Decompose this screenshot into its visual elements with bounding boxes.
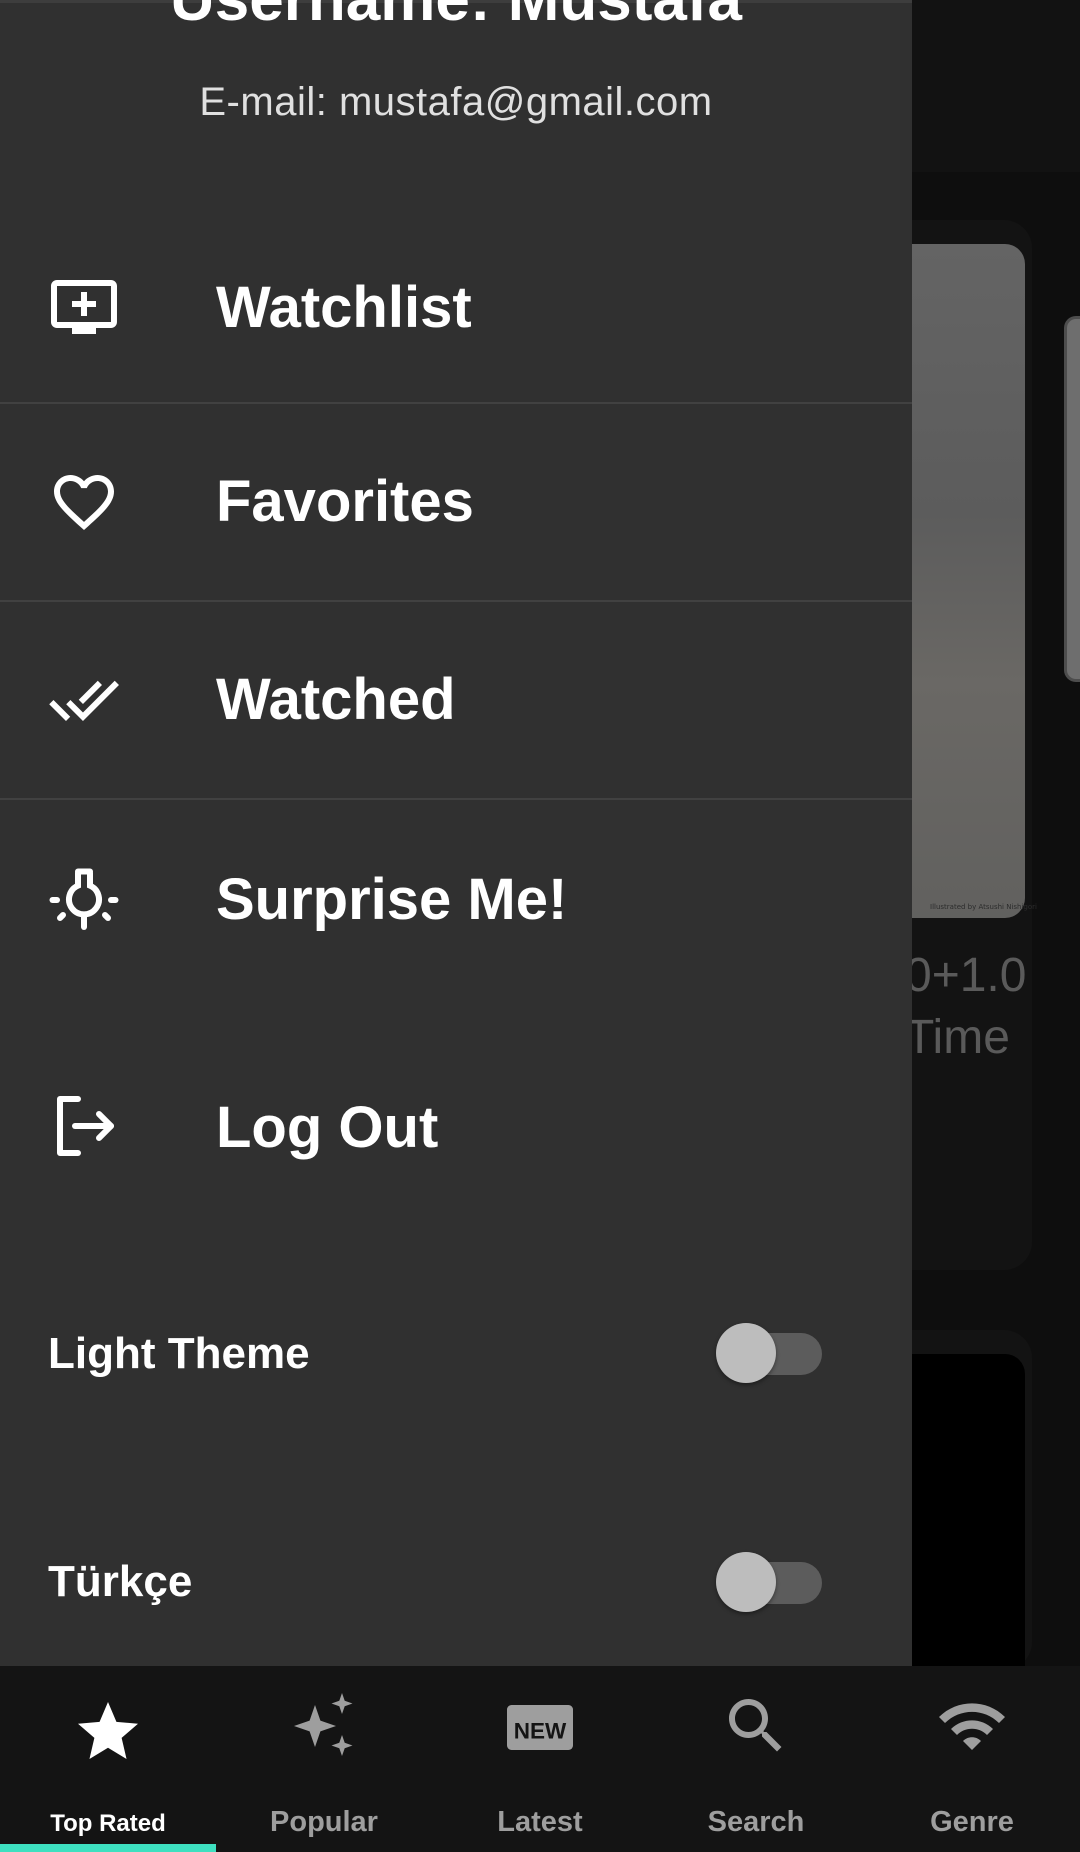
nav-tab-label: Genre (930, 1806, 1014, 1838)
sparkle-icon (294, 1693, 353, 1756)
menu-item-watchlist[interactable]: Watchlist (0, 208, 912, 404)
switch-thumb (716, 1552, 776, 1612)
menu-item-label: Watched (216, 667, 456, 732)
new-badge-icon: NEW (507, 1705, 573, 1750)
nav-tab-label: Search (707, 1806, 805, 1838)
email-label: E-mail: mustafa@gmail.com (199, 80, 713, 124)
menu-item-favorites[interactable]: Favorites (0, 404, 912, 600)
nav-tab-label: Latest (497, 1806, 583, 1838)
nav-tab-latest[interactable]: NEW Latest (432, 1666, 648, 1852)
nav-tab-popular[interactable]: Popular (216, 1666, 432, 1852)
active-tab-indicator (0, 1844, 216, 1852)
turkish-language-label: Türkçe (48, 1557, 193, 1606)
nav-tab-top-rated[interactable]: Top Rated (0, 1666, 216, 1852)
nav-tab-label: Popular (270, 1806, 378, 1838)
menu-item-label: Log Out (216, 1095, 439, 1160)
light-theme-switch[interactable] (716, 1323, 826, 1383)
menu-item-surprise-me[interactable]: Surprise Me! (0, 800, 912, 996)
switch-thumb (716, 1323, 776, 1383)
star-icon (78, 1702, 138, 1759)
turkish-language-setting: Türkçe (0, 1527, 912, 1637)
double-check-icon (49, 680, 119, 721)
navigation-drawer: Username: Mustafa E-mail: mustafa@gmail.… (0, 0, 912, 1666)
lightbulb-icon (49, 868, 119, 930)
menu-item-log-out[interactable]: Log Out (0, 1028, 912, 1224)
heart-outline-icon (54, 475, 114, 531)
username-label: Username: Mustafa (0, 0, 912, 35)
light-theme-setting: Light Theme (0, 1299, 912, 1409)
bottom-navigation-bar: Top Rated Popular NEW Latest Search Genr… (0, 1666, 1080, 1852)
menu-item-label: Watchlist (216, 275, 472, 340)
svg-text:NEW: NEW (514, 1719, 567, 1744)
nav-tab-label: Top Rated (50, 1810, 166, 1837)
wifi-icon (939, 1703, 1005, 1750)
nav-tab-search[interactable]: Search (648, 1666, 864, 1852)
menu-item-label: Favorites (216, 469, 474, 534)
light-theme-label: Light Theme (48, 1329, 310, 1378)
nav-tab-genre[interactable]: Genre (864, 1666, 1080, 1852)
search-icon (729, 1699, 782, 1752)
turkish-language-switch[interactable] (716, 1552, 826, 1612)
logout-icon (57, 1096, 114, 1156)
add-to-queue-icon (51, 280, 117, 334)
menu-item-label: Surprise Me! (216, 867, 568, 932)
menu-item-watched[interactable]: Watched (0, 602, 912, 798)
